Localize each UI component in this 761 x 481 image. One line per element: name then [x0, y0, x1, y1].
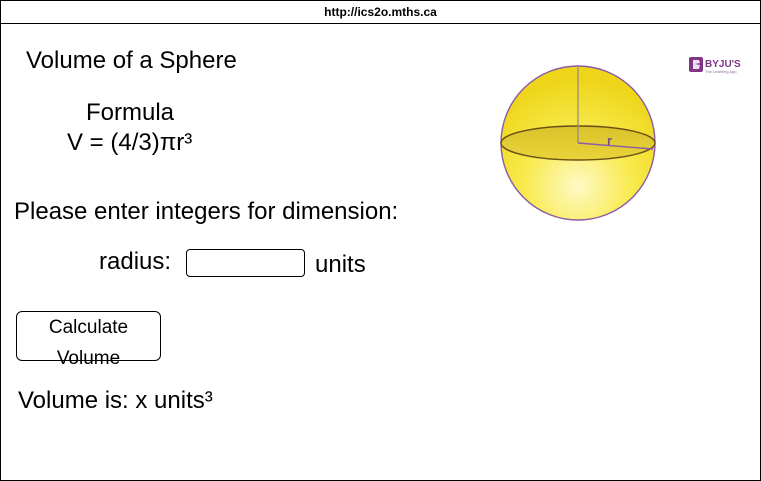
radius-input[interactable]: [186, 249, 305, 277]
radius-label: radius:: [99, 248, 172, 275]
units-label: units: [315, 251, 366, 278]
volume-result: Volume is: x units³: [18, 387, 213, 414]
byjus-logo-tagline: The Learning App: [705, 69, 737, 74]
radius-marker: r: [607, 133, 612, 148]
byjus-logo: BYJU'S The Learning App: [689, 57, 741, 74]
address-bar[interactable]: http://ics2o.mths.ca: [1, 1, 760, 24]
formula-label: Formula: [86, 99, 175, 126]
browser-window: http://ics2o.mths.ca Volume of a Sphere …: [0, 0, 761, 481]
instructions-text: Please enter integers for dimension:: [14, 198, 399, 225]
calculate-volume-button[interactable]: Calculate Volume: [16, 311, 161, 369]
formula-text: V = (4/3)πr³: [67, 129, 193, 156]
page-title: Volume of a Sphere: [26, 47, 237, 74]
sphere-diagram: r BYJU'S The Learning App: [500, 57, 741, 221]
